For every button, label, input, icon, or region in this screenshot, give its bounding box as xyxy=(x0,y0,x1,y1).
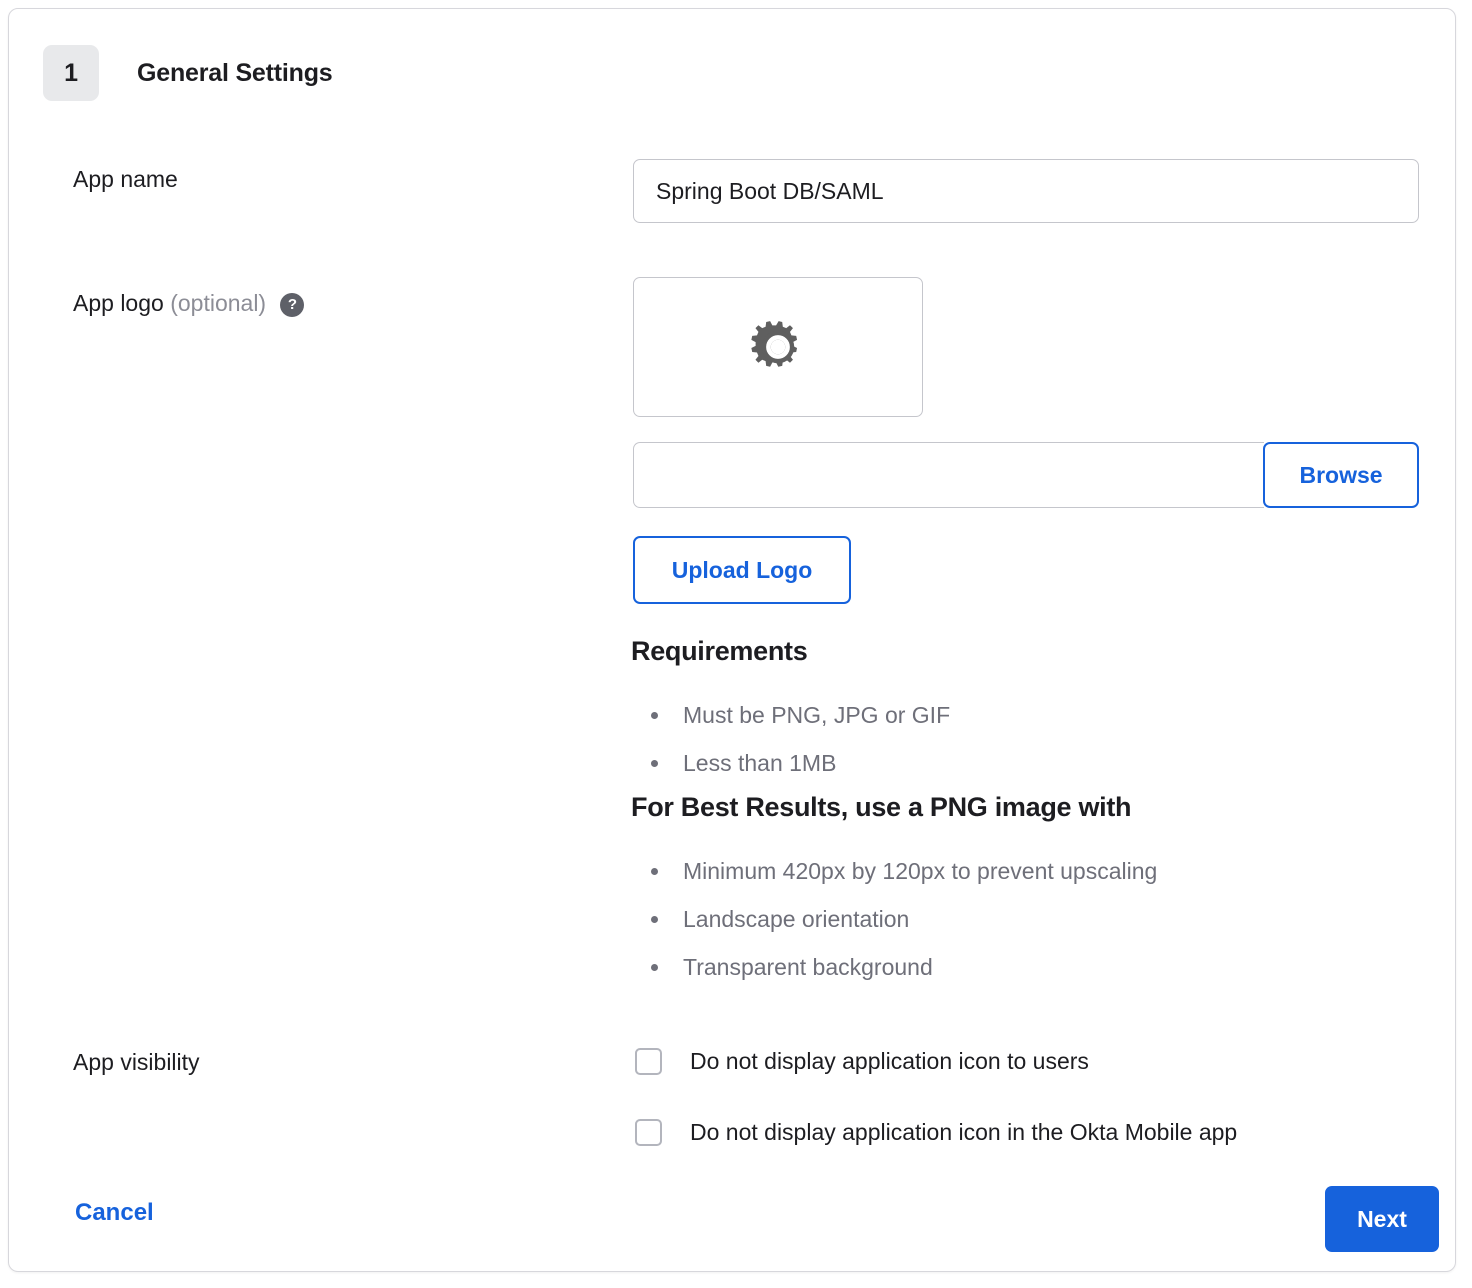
checkbox-row-hide-icon-users[interactable]: Do not display application icon to users xyxy=(635,1048,1089,1075)
next-button[interactable]: Next xyxy=(1325,1186,1439,1252)
checkbox-label: Do not display application icon to users xyxy=(690,1048,1089,1075)
upload-logo-button[interactable]: Upload Logo xyxy=(633,536,851,604)
section-header: 1 General Settings xyxy=(43,45,332,101)
page-title: General Settings xyxy=(137,59,332,88)
checkbox-label: Do not display application icon in the O… xyxy=(690,1119,1237,1146)
list-item: Transparent background xyxy=(645,943,1157,991)
best-results-heading: For Best Results, use a PNG image with xyxy=(631,792,1131,823)
logo-file-picker: Browse xyxy=(633,442,1419,508)
checkbox-hide-icon-users[interactable] xyxy=(635,1048,662,1075)
help-icon[interactable]: ? xyxy=(280,293,304,317)
app-logo-label-text: App logo xyxy=(73,290,164,316)
list-item: Less than 1MB xyxy=(645,739,950,787)
app-logo-optional-text: (optional) xyxy=(170,290,266,316)
app-logo-preview xyxy=(633,277,923,417)
step-number-badge: 1 xyxy=(43,45,99,101)
app-visibility-label: App visibility xyxy=(73,1049,200,1076)
requirements-list: Must be PNG, JPG or GIF Less than 1MB xyxy=(645,691,950,787)
best-results-list: Minimum 420px by 120px to prevent upscal… xyxy=(645,847,1157,991)
browse-button[interactable]: Browse xyxy=(1263,442,1419,508)
cancel-button[interactable]: Cancel xyxy=(75,1199,154,1227)
app-logo-label: App logo (optional) ? xyxy=(73,290,304,317)
app-name-input[interactable] xyxy=(633,159,1419,223)
checkbox-hide-icon-okta-mobile[interactable] xyxy=(635,1119,662,1146)
list-item: Landscape orientation xyxy=(645,895,1157,943)
logo-file-path-input[interactable] xyxy=(633,442,1264,508)
app-name-label: App name xyxy=(73,166,178,193)
list-item: Must be PNG, JPG or GIF xyxy=(645,691,950,739)
gear-icon xyxy=(747,316,809,378)
general-settings-panel: 1 General Settings App name App logo (op… xyxy=(8,8,1456,1272)
list-item: Minimum 420px by 120px to prevent upscal… xyxy=(645,847,1157,895)
requirements-heading: Requirements xyxy=(631,636,807,667)
checkbox-row-hide-icon-okta-mobile[interactable]: Do not display application icon in the O… xyxy=(635,1119,1237,1146)
